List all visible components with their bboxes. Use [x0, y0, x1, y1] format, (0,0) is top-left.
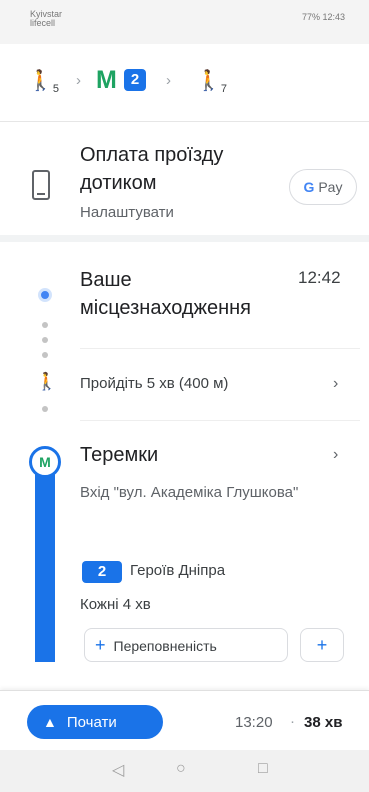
current-location-dot-icon: [38, 288, 52, 302]
google-pay-button[interactable]: G Pay: [289, 169, 357, 205]
route-summary[interactable]: 🚶5 › M 2 › 🚶7: [0, 44, 369, 122]
timeline-dot: [42, 322, 48, 328]
walk-icon: 🚶7: [196, 70, 228, 95]
battery-level: 77%: [301, 12, 320, 22]
timeline-dot: [42, 337, 48, 343]
walk-start-minutes: 5: [52, 83, 60, 95]
back-icon[interactable]: ◁: [112, 760, 124, 780]
status-right: 77% 12:43: [302, 12, 345, 22]
crowdedness-label: Переповненість: [113, 638, 217, 654]
timeline-dot: [42, 352, 48, 358]
line-number-badge: 2: [82, 561, 122, 583]
payment-title: Оплата проїзду дотиком: [80, 144, 224, 194]
frequency: Кожні 4 хв: [80, 596, 151, 613]
carrier-info: Kyivstar lifecell: [30, 10, 62, 28]
payment-card[interactable]: Оплата проїзду дотиком Налаштувати G Pay: [0, 122, 369, 242]
plus-icon: +: [316, 635, 328, 655]
walk-icon: 🚶: [36, 372, 58, 391]
arrival-time: 13:20: [235, 714, 273, 731]
direction-name: Героїв Дніпра: [130, 562, 226, 579]
timeline-dot: [42, 406, 48, 412]
divider: [80, 420, 360, 421]
metro-line-bar: [35, 462, 55, 662]
home-icon[interactable]: ○: [176, 760, 186, 778]
google-pay-label: Pay: [318, 179, 343, 195]
walk-step-label[interactable]: Пройдіть 5 хв (400 м): [80, 375, 228, 392]
carrier-name-2: lifecell: [30, 18, 56, 28]
plus-icon: +: [95, 635, 106, 655]
departure-time: 12:42: [298, 268, 341, 287]
recents-icon[interactable]: □: [258, 760, 268, 778]
status-bar: Kyivstar lifecell 77% 12:43: [0, 0, 369, 44]
metro-stop-icon: M: [29, 446, 61, 478]
chevron-right-icon[interactable]: ›: [333, 375, 338, 393]
payment-setup-link[interactable]: Налаштувати: [80, 204, 174, 221]
current-location-title: Ваше місцезнаходження: [80, 269, 251, 319]
walk-end-minutes: 7: [220, 83, 228, 95]
metro-line-badge: 2: [124, 69, 146, 91]
metro-icon: M: [96, 66, 117, 94]
phone-icon: [32, 170, 50, 200]
walk-icon: 🚶5: [28, 70, 60, 95]
start-label: Почати: [66, 714, 117, 731]
divider: [80, 348, 360, 349]
stop-name[interactable]: Теремки: [80, 444, 158, 467]
add-more-button[interactable]: +: [300, 628, 344, 662]
bottom-bar: ▲ Почати 13:20 · 38 хв: [0, 690, 369, 750]
chevron-right-icon: ›: [166, 72, 171, 89]
chevron-right-icon: ›: [76, 72, 81, 89]
system-nav-bar: ◁ ○ □: [0, 750, 369, 792]
start-navigation-button[interactable]: ▲ Почати: [27, 705, 163, 739]
navigation-arrow-icon: ▲: [43, 714, 57, 730]
separator: ·: [290, 713, 295, 730]
google-g-icon: G: [303, 179, 315, 195]
crowdedness-button[interactable]: + Переповненість: [84, 628, 288, 662]
trip-duration: 38 хв: [304, 714, 343, 731]
status-time: 12:43: [322, 12, 345, 22]
chevron-right-icon[interactable]: ›: [333, 446, 338, 464]
stop-entrance: Вхід "вул. Академіка Глушкова": [80, 484, 299, 501]
